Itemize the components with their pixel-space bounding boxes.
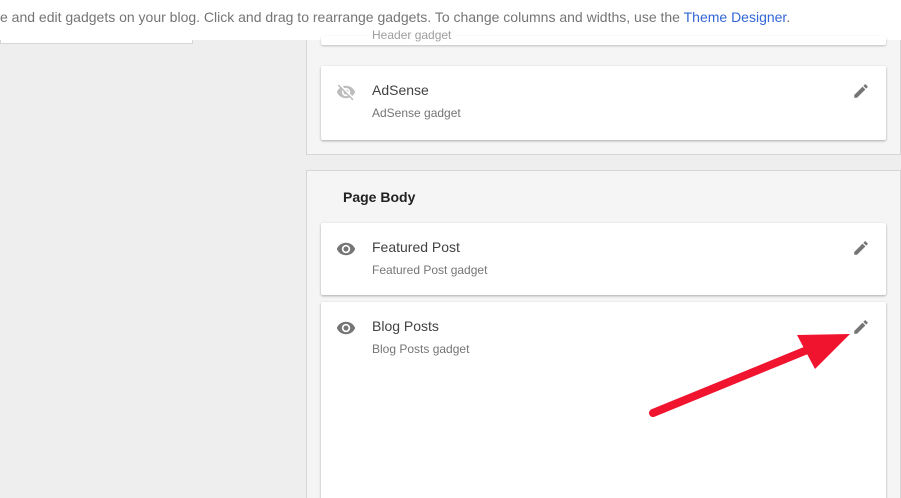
description-period: . bbox=[786, 9, 791, 25]
gadget-title: Blog Posts bbox=[372, 318, 439, 334]
layout-description: e and edit gadgets on your blog. Click a… bbox=[0, 9, 790, 25]
pencil-icon[interactable] bbox=[852, 239, 870, 257]
gadget-subtitle: AdSense gadget bbox=[372, 106, 461, 120]
eye-off-icon[interactable] bbox=[336, 82, 356, 102]
gadget-subtitle: Blog Posts gadget bbox=[372, 342, 470, 356]
gadget-card-header[interactable]: Header gadget bbox=[321, 28, 886, 45]
theme-designer-link[interactable]: Theme Designer bbox=[684, 9, 787, 25]
gadget-subtitle: Featured Post gadget bbox=[372, 263, 488, 277]
eye-icon[interactable] bbox=[336, 318, 356, 338]
gadget-card-blog-posts[interactable]: Blog Posts Blog Posts gadget bbox=[321, 302, 886, 498]
gadget-card-adsense[interactable]: AdSense AdSense gadget bbox=[321, 66, 886, 140]
gadget-section-upper: Header gadget AdSense AdSense gadget bbox=[306, 28, 901, 155]
eye-icon[interactable] bbox=[336, 239, 356, 259]
gadget-subtitle: Header gadget bbox=[372, 28, 452, 42]
gadget-section-page-body: Page Body Featured Post Featured Post ga… bbox=[306, 170, 901, 498]
description-text: e and edit gadgets on your blog. Click a… bbox=[0, 9, 684, 25]
gadget-title: AdSense bbox=[372, 82, 429, 98]
section-title: Page Body bbox=[343, 189, 416, 205]
left-panel-edge bbox=[0, 40, 193, 44]
gadget-title: Featured Post bbox=[372, 239, 460, 255]
gadget-card-featured-post[interactable]: Featured Post Featured Post gadget bbox=[321, 223, 886, 295]
pencil-icon[interactable] bbox=[852, 318, 870, 336]
pencil-icon[interactable] bbox=[852, 82, 870, 100]
